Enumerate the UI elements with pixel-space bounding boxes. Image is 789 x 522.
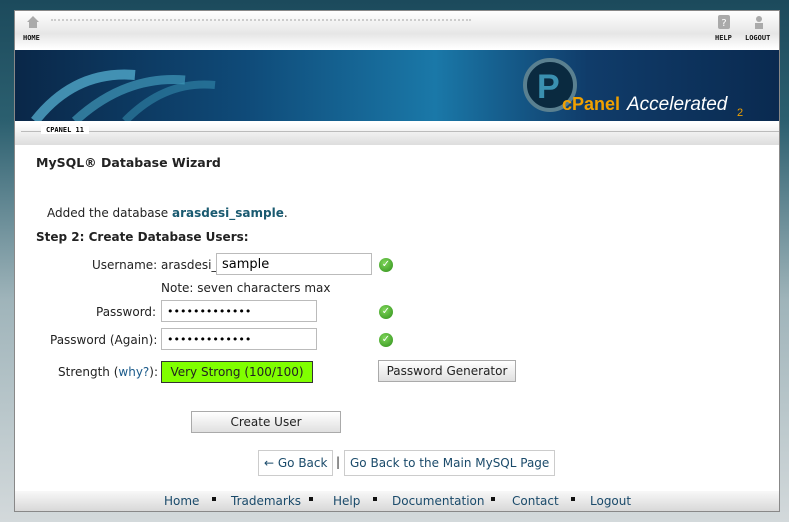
added-prefix: Added the database — [47, 206, 173, 220]
bullet — [491, 497, 495, 501]
svg-text:cPanel: cPanel — [562, 94, 620, 114]
page-title: MySQL® Database Wizard — [36, 155, 221, 170]
step-heading: Step 2: Create Database Users: — [36, 230, 249, 244]
create-user-button[interactable]: Create User — [191, 411, 341, 433]
bullet — [373, 497, 377, 501]
home-icon[interactable] — [26, 15, 40, 29]
password-input[interactable] — [161, 300, 317, 322]
footer-trademarks[interactable]: Trademarks — [231, 494, 301, 508]
bullet — [212, 497, 216, 501]
main-mysql-link[interactable]: Go Back to the Main MySQL Page — [344, 450, 556, 476]
help-icon[interactable]: ? — [717, 15, 731, 29]
why-link[interactable]: why? — [118, 365, 149, 379]
toolbar-divider — [51, 19, 471, 21]
help-link[interactable]: HELP — [715, 34, 732, 42]
username-label: Username: — [92, 258, 158, 272]
svg-text:Accelerated: Accelerated — [626, 94, 729, 115]
password-label: Password: — [96, 305, 157, 319]
footer-home[interactable]: Home — [164, 494, 199, 508]
footer-contact[interactable]: Contact — [512, 494, 559, 508]
username-note: Note: seven characters max — [161, 281, 331, 295]
strength-meter: Very Strong (100/100) — [161, 361, 313, 383]
top-toolbar: HOME ? HELP LOGOUT — [15, 11, 779, 49]
check-icon: ✓ — [379, 258, 393, 272]
bullet — [571, 497, 575, 501]
home-link[interactable]: HOME — [23, 34, 40, 42]
database-name: arasdesi_sample — [172, 206, 284, 220]
footer-help[interactable]: Help — [333, 494, 360, 508]
password-again-input[interactable] — [161, 328, 317, 350]
go-back-link[interactable]: ← Go Back — [258, 450, 334, 476]
added-message: Added the database arasdesi_sample. — [47, 206, 288, 220]
bullet — [309, 497, 313, 501]
version-bar: CPANEL 11 — [15, 123, 779, 145]
banner-artwork: P cPanel Accelerated 2 — [31, 58, 743, 125]
version-label: CPANEL 11 — [41, 126, 89, 134]
password-again-label: Password (Again): — [50, 333, 158, 347]
added-suffix: . — [283, 206, 288, 220]
strength-text: Strength ( — [58, 365, 119, 379]
strength-label: Strength (why?): — [58, 365, 158, 379]
footer-documentation[interactable]: Documentation — [392, 494, 485, 508]
username-input[interactable] — [216, 253, 372, 275]
strength-suffix: ): — [149, 365, 159, 379]
cpanel-banner: P cPanel Accelerated 2 — [15, 50, 779, 125]
check-icon: ✓ — [379, 333, 393, 347]
logout-icon[interactable] — [752, 15, 766, 29]
svg-text:P: P — [537, 68, 560, 106]
link-separator: | — [336, 455, 341, 469]
logout-link[interactable]: LOGOUT — [745, 34, 770, 42]
username-prefix: arasdesi_ — [161, 258, 218, 272]
cpanel-logo: P cPanel Accelerated 2 — [523, 58, 743, 119]
svg-text:?: ? — [721, 18, 726, 29]
footer: Home Trademarks Help Documentation Conta… — [15, 491, 779, 511]
page-frame: HOME ? HELP LOGOUT P cPanel Accelerated … — [14, 10, 780, 512]
password-generator-button[interactable]: Password Generator — [378, 360, 516, 382]
check-icon: ✓ — [379, 305, 393, 319]
footer-logout[interactable]: Logout — [590, 494, 631, 508]
svg-text:2: 2 — [737, 107, 743, 119]
